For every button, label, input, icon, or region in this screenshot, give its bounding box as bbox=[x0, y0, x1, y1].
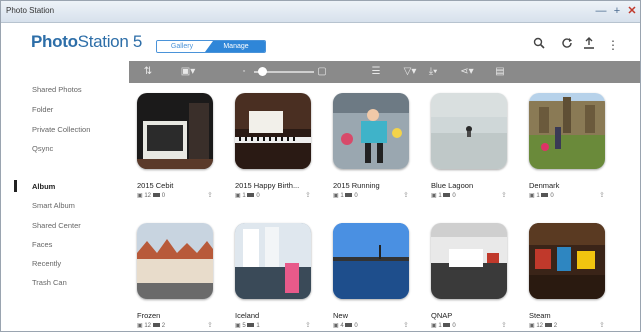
album-grid: 2015 Cebit ▣ 12 0 ⇪ 2015 Happy Birth... … bbox=[129, 83, 640, 331]
info-icon[interactable]: ▤ bbox=[493, 64, 507, 80]
upload-icon[interactable] bbox=[581, 37, 597, 53]
refresh-icon[interactable] bbox=[559, 37, 575, 53]
sidebar-item-recently[interactable]: Recently bbox=[32, 259, 61, 268]
share-icon[interactable]: ⇪ bbox=[305, 191, 311, 199]
share-icon[interactable]: ⇪ bbox=[501, 321, 507, 329]
zoom-slider-knob[interactable] bbox=[258, 67, 267, 76]
album-title: Denmark bbox=[529, 181, 560, 190]
minimize-icon[interactable]: — bbox=[594, 4, 608, 18]
album-thumbnail[interactable] bbox=[431, 93, 507, 169]
album-toolbar: ⇅ ▣▾ ▫ ▢ ☰ ▽▾ ⤓▾ ⋖▾ ▤ bbox=[129, 61, 640, 83]
app-header: PhotoStation 5 Gallery Manage ⋮ bbox=[1, 23, 640, 57]
gallery-mode-button[interactable]: Gallery bbox=[157, 41, 207, 52]
sort-icon[interactable]: ⇅ bbox=[141, 64, 155, 80]
album-counts: ▣ 12 2 bbox=[529, 323, 558, 329]
album-thumbnail[interactable] bbox=[333, 223, 409, 299]
album-counts: ▣ 4 0 bbox=[333, 323, 358, 329]
sidebar-active-marker bbox=[14, 180, 17, 192]
app-logo: PhotoStation 5 bbox=[31, 32, 143, 51]
album-counts: ▣ 12 2 bbox=[137, 323, 166, 329]
album-title: Steam bbox=[529, 311, 551, 320]
window-titlebar: Photo Station — + ✕ bbox=[1, 1, 640, 23]
album-counts: ▣ 1 0 bbox=[431, 193, 456, 199]
album-thumbnail[interactable] bbox=[529, 223, 605, 299]
sidebar-item-private-collection[interactable]: Private Collection bbox=[32, 125, 90, 134]
album-title: New bbox=[333, 311, 349, 320]
sidebar-item-album[interactable]: Album bbox=[32, 182, 55, 191]
share-icon[interactable]: ⇪ bbox=[599, 191, 605, 199]
sidebar-item-qsync[interactable]: Qsync bbox=[32, 144, 53, 153]
sidebar-item-folder[interactable]: Folder bbox=[32, 105, 53, 114]
album-title: 2015 Running bbox=[333, 181, 380, 190]
maximize-icon[interactable]: + bbox=[610, 4, 624, 18]
album-thumbnail[interactable] bbox=[333, 93, 409, 169]
album-title: QNAP bbox=[431, 311, 453, 320]
album-title: Iceland bbox=[235, 311, 260, 320]
album-title: 2015 Cebit bbox=[137, 181, 174, 190]
share-icon[interactable]: ⇪ bbox=[305, 321, 311, 329]
photostation-window: Photo Station — + ✕ PhotoStation 5 Galle… bbox=[0, 0, 641, 332]
share-icon[interactable]: ⇪ bbox=[403, 321, 409, 329]
sidebar: Shared Photos Folder Private Collection … bbox=[1, 61, 129, 331]
album-counts: ▣ 5 1 bbox=[235, 323, 260, 329]
album-counts: ▣ 1 0 bbox=[431, 323, 456, 329]
search-icon[interactable] bbox=[531, 37, 547, 53]
sidebar-item-trash-can[interactable]: Trash Can bbox=[32, 278, 67, 287]
album-thumbnail[interactable] bbox=[529, 93, 605, 169]
album-thumbnail[interactable] bbox=[431, 223, 507, 299]
sidebar-item-smart-album[interactable]: Smart Album bbox=[32, 201, 75, 210]
share-icon[interactable]: ⇪ bbox=[501, 191, 507, 199]
album-thumbnail[interactable] bbox=[137, 223, 213, 299]
manage-mode-button[interactable]: Manage bbox=[205, 41, 265, 52]
share-icon[interactable]: ⋖▾ bbox=[459, 64, 475, 80]
download-icon[interactable]: ⤓▾ bbox=[425, 64, 441, 80]
album-thumbnail[interactable] bbox=[235, 223, 311, 299]
album-counts: ▣ 1 0 bbox=[235, 193, 260, 199]
sidebar-item-shared-center[interactable]: Shared Center bbox=[32, 221, 81, 230]
close-icon[interactable]: ✕ bbox=[625, 4, 639, 18]
album-counts: ▣ 1 0 bbox=[333, 193, 358, 199]
share-icon[interactable]: ⇪ bbox=[403, 191, 409, 199]
display-mode-icon[interactable]: ▣▾ bbox=[177, 64, 199, 80]
share-icon[interactable]: ⇪ bbox=[207, 191, 213, 199]
select-icon[interactable]: ☰ bbox=[369, 64, 383, 80]
share-icon[interactable]: ⇪ bbox=[599, 321, 605, 329]
share-icon[interactable]: ⇪ bbox=[207, 321, 213, 329]
album-counts: ▣ 1 0 bbox=[529, 193, 554, 199]
more-vertical-icon[interactable]: ⋮ bbox=[605, 37, 621, 53]
zoom-in-icon[interactable]: ▢ bbox=[317, 64, 327, 80]
album-title: 2015 Happy Birth... bbox=[235, 181, 300, 190]
album-title: Frozen bbox=[137, 311, 161, 320]
album-thumbnail[interactable] bbox=[235, 93, 311, 169]
mode-toggle: Gallery Manage bbox=[156, 40, 266, 53]
album-title: Blue Lagoon bbox=[431, 181, 474, 190]
album-counts: ▣ 12 0 bbox=[137, 193, 166, 199]
filter-icon[interactable]: ▽▾ bbox=[401, 64, 419, 80]
window-title: Photo Station bbox=[6, 6, 55, 15]
sidebar-item-shared-photos[interactable]: Shared Photos bbox=[32, 85, 82, 94]
sidebar-item-faces[interactable]: Faces bbox=[32, 240, 52, 249]
zoom-out-icon[interactable]: ▫ bbox=[239, 64, 249, 80]
album-thumbnail[interactable] bbox=[137, 93, 213, 169]
